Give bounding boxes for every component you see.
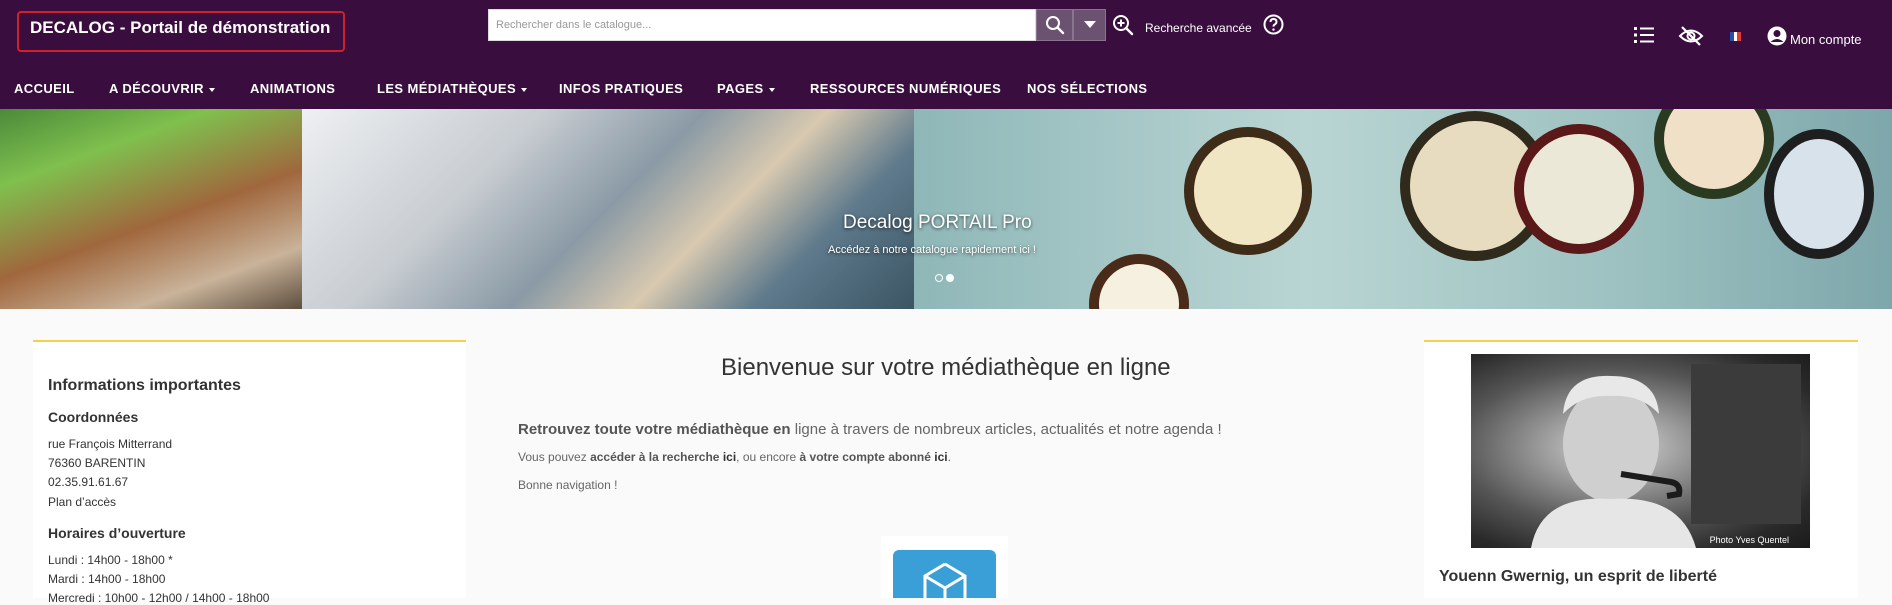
account-label: Mon compte [1790, 32, 1862, 47]
eye-off-icon [1678, 26, 1704, 46]
map-link[interactable]: Plan d’accès [48, 495, 116, 509]
help-button[interactable] [1263, 14, 1284, 40]
hero-carousel[interactable]: Decalog PORTAIL Pro Accédez à notre cata… [0, 109, 1892, 309]
list-icon [1634, 27, 1654, 43]
account-here-link[interactable]: ici [934, 450, 947, 464]
nav-item-mediatheques[interactable]: LES MÉDIATHÈQUES [377, 81, 528, 96]
search-options-button[interactable] [1073, 9, 1106, 41]
brand-title: DECALOG - Portail de démonstration [30, 18, 331, 37]
search-icon [1045, 16, 1064, 35]
welcome-intro: Retrouvez toute votre médiathèque en lig… [518, 421, 1222, 438]
portrait-image [1531, 364, 1801, 548]
carousel-image-reading-room [302, 109, 914, 309]
search-input[interactable] [489, 10, 1035, 40]
nav-item-a-decouvrir[interactable]: A DÉCOUVRIR [109, 81, 215, 96]
hours-line: Mardi : 14h00 - 18h00 [48, 572, 166, 586]
nav-item-infos-pratiques[interactable]: INFOS PRATIQUES [559, 81, 683, 96]
resource-tile-image [893, 550, 996, 602]
resource-tile[interactable] [881, 536, 1008, 602]
carousel-dot[interactable] [946, 274, 954, 282]
contact-heading: Coordonnées [48, 409, 139, 425]
nav-item-animations[interactable]: ANIMATIONS [250, 81, 335, 96]
carousel-title: Decalog PORTAIL Pro [843, 212, 1032, 233]
featured-article[interactable]: Photo Yves Quentel Youenn Gwernig, un es… [1424, 340, 1858, 598]
carousel-image-library [0, 109, 302, 309]
welcome-links: Vous pouvez accéder à la recherche ici, … [518, 450, 951, 464]
header-bar: DECALOG - Portail de démonstration Reche… [0, 0, 1892, 109]
main-nav: ACCUEIL A DÉCOUVRIR ANIMATIONS LES MÉDIA… [0, 78, 1892, 98]
address-line: 76360 BARENTIN [48, 456, 146, 470]
help-icon [1263, 14, 1284, 35]
search-here-link[interactable]: ici [723, 450, 736, 464]
advanced-search-label: Recherche avancée [1145, 21, 1252, 35]
welcome-closing: Bonne navigation ! [518, 478, 618, 492]
phone-number: 02.35.91.61.67 [48, 475, 129, 489]
photo-credit: Photo Yves Quentel [1709, 535, 1789, 545]
account-menu[interactable]: Mon compte [1767, 26, 1862, 49]
info-title: Informations importantes [48, 377, 241, 394]
list-view-button[interactable] [1634, 26, 1654, 49]
accessibility-button[interactable] [1678, 26, 1704, 51]
caret-down-icon [521, 87, 528, 92]
flag-fr-icon[interactable] [1730, 32, 1742, 41]
carousel-indicators [935, 269, 957, 287]
search-button[interactable] [1036, 9, 1073, 41]
site-brand[interactable]: DECALOG - Portail de démonstration [17, 11, 345, 52]
carousel-subtitle[interactable]: Accédez à notre catalogue rapidement ici… [828, 244, 1036, 256]
nav-item-accueil[interactable]: ACCUEIL [14, 81, 75, 96]
hours-line: Lundi : 14h00 - 18h00 * [48, 553, 173, 567]
featured-photo[interactable]: Photo Yves Quentel [1471, 354, 1810, 548]
welcome-title: Bienvenue sur votre médiathèque en ligne [721, 354, 1171, 381]
featured-title[interactable]: Youenn Gwernig, un esprit de liberté [1439, 568, 1717, 586]
carousel-image-round-windows [914, 109, 1892, 309]
caret-down-icon [208, 87, 215, 92]
search-box [488, 9, 1036, 41]
chevron-down-icon [1083, 21, 1096, 28]
cube-logo-icon [923, 562, 967, 602]
nav-item-nos-selections[interactable]: NOS SÉLECTIONS [1027, 81, 1147, 96]
info-panel: Informations importantes Coordonnées rue… [33, 340, 466, 605]
hours-line: Mercredi : 10h00 - 12h00 / 14h00 - 18h00 [48, 591, 270, 605]
user-icon [1767, 26, 1787, 46]
address-line: rue François Mitterrand [48, 437, 173, 451]
hours-heading: Horaires d’ouverture [48, 525, 186, 541]
caret-down-icon [768, 87, 775, 92]
nav-item-pages[interactable]: PAGES [717, 81, 775, 96]
carousel-dot[interactable] [935, 274, 943, 282]
zoom-in-icon [1113, 15, 1134, 36]
nav-item-ressources-numeriques[interactable]: RESSOURCES NUMÉRIQUES [810, 81, 1001, 96]
